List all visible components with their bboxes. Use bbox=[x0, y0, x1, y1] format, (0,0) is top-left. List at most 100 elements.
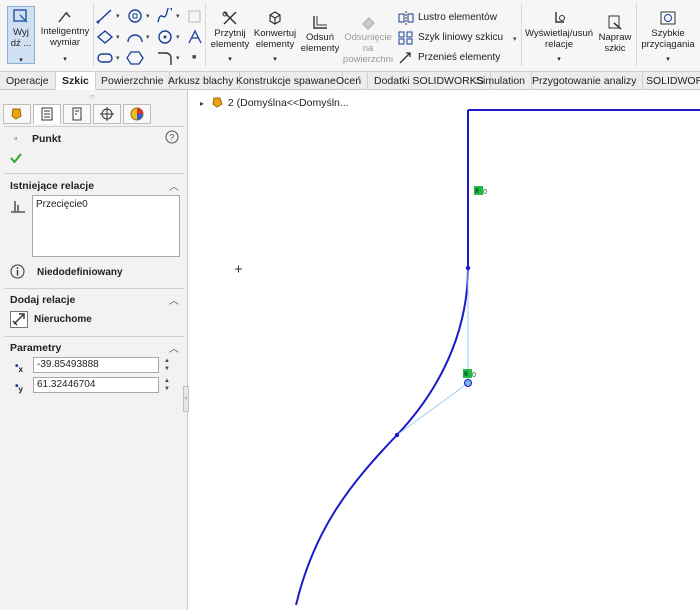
ribbon-separator bbox=[521, 4, 522, 66]
ok-checkmark-icon[interactable] bbox=[10, 152, 22, 164]
polygon-hex-icon[interactable] bbox=[126, 50, 144, 66]
slot-icon[interactable] bbox=[96, 50, 114, 66]
y-spinner[interactable]: ▲ ▼ bbox=[162, 377, 172, 393]
tab-simulation[interactable]: Simulation bbox=[470, 72, 533, 90]
fix-relation-label: Nieruchome bbox=[34, 314, 92, 325]
line-icon[interactable] bbox=[96, 8, 114, 24]
smart-dimension-button[interactable]: Inteligentny wymiar ▾ bbox=[38, 10, 92, 65]
svg-text:0: 0 bbox=[472, 372, 476, 379]
construction-line[interactable] bbox=[396, 268, 469, 436]
tab-feature-tree[interactable] bbox=[3, 104, 31, 124]
linear-pattern-icon bbox=[398, 31, 413, 45]
tab-surfaces[interactable]: Powierzchnie bbox=[95, 72, 171, 90]
command-manager-ribbon: Wyj dź ... ▾ Inteligentny wymiar ▾ ▾ ▾ ▾… bbox=[0, 0, 700, 72]
repair-sketch-button[interactable]: Napraw szkic bbox=[596, 14, 634, 54]
convert-label-1: Konwertuj bbox=[253, 28, 297, 39]
tab-configuration-manager[interactable] bbox=[63, 104, 91, 124]
info-icon bbox=[10, 264, 25, 279]
point-icon: ▫ bbox=[14, 133, 18, 143]
parameters-title: Parametry bbox=[10, 342, 62, 354]
divider bbox=[4, 173, 184, 174]
sketch-point[interactable] bbox=[465, 265, 471, 271]
display-manager-icon bbox=[130, 107, 144, 121]
display-delete-relations-button[interactable]: Wyświetlaj/usuń relacje ▾ bbox=[524, 10, 594, 65]
show-relations-label-2: relacje bbox=[545, 39, 573, 50]
collapse-chevron-icon[interactable]: ︿ bbox=[169, 292, 179, 307]
tab-analysis-preparation[interactable]: Przygotowanie analizy bbox=[526, 72, 644, 90]
offset-icon bbox=[313, 16, 327, 29]
tab-property-manager[interactable] bbox=[33, 104, 61, 124]
collapse-chevron-icon[interactable]: ︿ bbox=[169, 178, 179, 193]
offset-entities-button[interactable]: Odsuń elementy bbox=[300, 14, 340, 54]
relation-glyph-icon[interactable]: 0 bbox=[463, 369, 476, 379]
relation-list-item[interactable]: Przecięcie0 bbox=[36, 199, 88, 210]
collapse-chevron-icon[interactable]: ︿ bbox=[169, 340, 179, 355]
offset-surface-label-2: na bbox=[362, 43, 374, 54]
mirror-entities-button[interactable]: Lustro elementów bbox=[398, 11, 516, 27]
tab-sheet-metal[interactable]: Arkusz blachy bbox=[162, 72, 241, 90]
tab-sketch[interactable]: Szkic bbox=[56, 72, 96, 90]
sketch-point[interactable] bbox=[394, 432, 400, 438]
sketch-curve[interactable] bbox=[295, 110, 469, 606]
panel-tabs bbox=[3, 104, 185, 124]
quick-snaps-label-1: Szybkie bbox=[651, 28, 685, 39]
divider bbox=[4, 126, 184, 127]
convert-entities-button[interactable]: Konwertuj elementy ▾ bbox=[252, 10, 298, 65]
feature-tree-label: 2 (Domyślna<<Domyśln... bbox=[227, 97, 349, 109]
existing-relations-list[interactable]: Przecięcie0 bbox=[32, 195, 180, 257]
graphics-area[interactable]: 0 0 bbox=[189, 90, 700, 610]
panel-grip-icon[interactable]: ○ bbox=[90, 92, 95, 101]
offset-label-1: Odsuń bbox=[306, 32, 334, 43]
existing-relations-title: Istniejące relacje bbox=[10, 180, 95, 192]
divider bbox=[4, 288, 184, 289]
move-icon bbox=[399, 52, 411, 64]
spline-icon[interactable] bbox=[156, 8, 174, 24]
trim-label-2: elementy bbox=[210, 39, 250, 50]
tab-evaluate[interactable]: Oceń bbox=[330, 72, 369, 90]
quick-snaps-label-2: przyciągania bbox=[641, 39, 695, 50]
repair-label-1: Napraw bbox=[598, 32, 632, 43]
tab-features[interactable]: Operacje bbox=[0, 72, 56, 90]
expand-arrow-icon[interactable]: ▸ bbox=[200, 99, 204, 108]
relation-glyph-icon[interactable]: 0 bbox=[474, 186, 487, 196]
property-manager-panel: ○ ▫ Punkt ? Istniejące relacje ︿ Przecię… bbox=[0, 90, 189, 610]
ellipse-icon[interactable] bbox=[156, 29, 174, 45]
property-manager-icon bbox=[41, 107, 53, 121]
fix-relation-button[interactable]: Nieruchome bbox=[10, 311, 180, 329]
pm-title: Punkt bbox=[32, 133, 62, 145]
dimxpert-icon bbox=[100, 107, 114, 121]
move-entities-button[interactable]: Przenieś elementy bbox=[398, 51, 516, 67]
y-coordinate-input[interactable]: 61.32446704 bbox=[33, 377, 159, 393]
ribbon-separator bbox=[205, 4, 206, 66]
polygon-icon[interactable] bbox=[96, 29, 114, 45]
smart-dimension-label-1: Inteligentny bbox=[40, 26, 90, 37]
rectangle-icon[interactable] bbox=[126, 8, 144, 24]
plane-icon[interactable] bbox=[186, 8, 204, 24]
arc-icon[interactable] bbox=[126, 29, 144, 45]
divider bbox=[4, 336, 184, 337]
feature-tree-flyout[interactable]: ▸ 2 (Domyślna<<Domyśln... bbox=[200, 96, 349, 109]
help-icon[interactable]: ? bbox=[165, 130, 179, 144]
x-coordinate-icon: •x bbox=[15, 361, 23, 374]
x-spinner[interactable]: ▲ ▼ bbox=[162, 357, 172, 373]
quick-snaps-button[interactable]: Szybkie przyciągania ▾ bbox=[639, 10, 697, 65]
x-coordinate-input[interactable]: -39.85493888 bbox=[33, 357, 159, 373]
trim-entities-button[interactable]: Przytnij elementy ▾ bbox=[208, 10, 252, 65]
offset-label-2: elementy bbox=[300, 43, 340, 54]
offset-on-surface-button[interactable]: Odsunięcie na powierzchni bbox=[342, 14, 394, 65]
fillet-icon[interactable] bbox=[156, 50, 174, 66]
trim-icon bbox=[222, 11, 237, 25]
offset-surface-icon bbox=[362, 17, 375, 30]
linear-pattern-button[interactable]: Szyk liniowy szkicu bbox=[398, 31, 516, 47]
text-icon[interactable] bbox=[186, 29, 204, 45]
tab-weldments[interactable]: Konstrukcje spawane bbox=[230, 72, 343, 90]
add-relations-title: Dodaj relacje bbox=[10, 294, 76, 306]
sketch-canvas[interactable]: 0 0 bbox=[189, 90, 700, 610]
command-manager-tabs: Operacje Szkic Powierzchnie Arkusz blach… bbox=[0, 72, 700, 90]
exit-sketch-button[interactable]: Wyj dź ... ▾ bbox=[7, 6, 35, 64]
selected-point[interactable] bbox=[464, 379, 472, 387]
definition-status: Niedodefiniowany bbox=[37, 267, 123, 278]
tab-display-manager[interactable] bbox=[123, 104, 151, 124]
tab-dimxpert[interactable] bbox=[93, 104, 121, 124]
tab-solidworks[interactable]: SOLIDWORKS bbox=[640, 72, 700, 90]
